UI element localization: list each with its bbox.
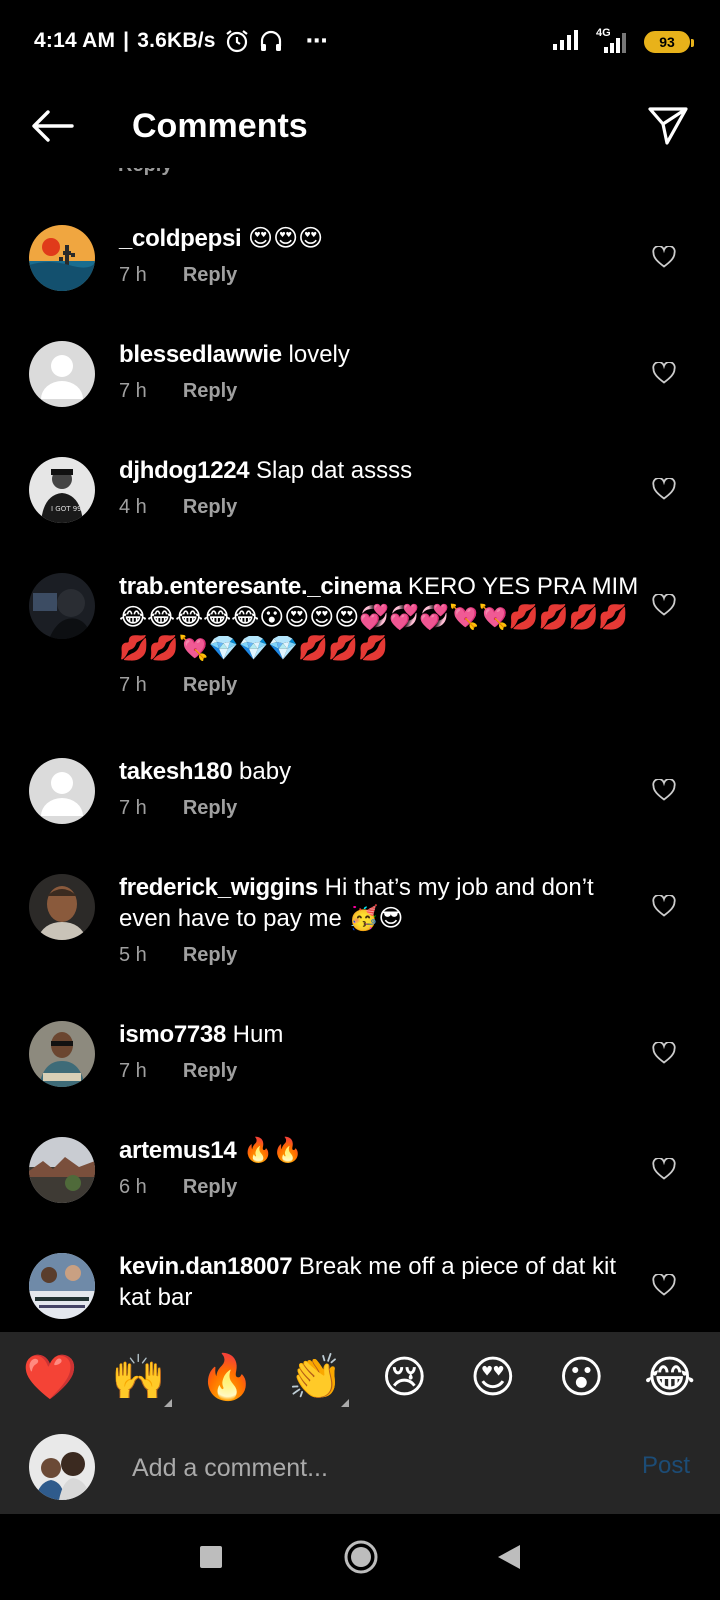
like-button[interactable]	[650, 1039, 678, 1067]
heart-icon	[652, 478, 676, 500]
user-avatar	[29, 1434, 95, 1500]
like-button[interactable]	[650, 359, 678, 387]
reply-button[interactable]: Reply	[183, 944, 237, 967]
comment-username[interactable]: trab.enteresante._cinema	[119, 573, 402, 600]
comment-text: Hum	[226, 1021, 284, 1048]
battery-indicator: 93	[644, 30, 694, 53]
comment-username[interactable]: djhdog1224	[119, 457, 250, 484]
like-button[interactable]	[650, 243, 678, 271]
avatar[interactable]: I GOT 99	[29, 457, 95, 523]
emoji-quick-bar: ❤️ 🙌 🔥 👏 😢 😍 😮 😂	[0, 1332, 720, 1422]
signal-icon	[552, 28, 582, 55]
heart-icon	[652, 895, 676, 917]
headphones-icon	[258, 28, 284, 54]
avatar[interactable]	[29, 573, 95, 639]
share-button[interactable]	[642, 100, 694, 152]
heart-icon	[652, 1274, 676, 1296]
emoji-heart-eyes-button[interactable]: 😍	[458, 1352, 528, 1403]
comment-username[interactable]: takesh180	[119, 758, 233, 785]
emoji-crying-button[interactable]: 😢	[369, 1352, 439, 1403]
reply-button[interactable]: Reply	[183, 797, 237, 820]
reply-button[interactable]: Reply	[183, 380, 237, 403]
emoji-fire-button[interactable]: 🔥	[192, 1351, 262, 1403]
comment-time: 7 h	[119, 797, 147, 819]
comment-username[interactable]: frederick_wiggins	[119, 874, 318, 901]
reply-button[interactable]: Reply	[183, 496, 237, 519]
alarm-icon	[224, 28, 250, 54]
reply-button[interactable]: Reply	[118, 168, 172, 177]
header: Comments	[0, 84, 720, 168]
heart-icon	[652, 779, 676, 801]
like-button[interactable]	[650, 591, 678, 619]
back-nav-button[interactable]	[486, 1534, 532, 1580]
status-bar: 4:14 AM | 3.6KB/s ⋯ 4G 93	[0, 0, 720, 84]
emoji-raised-hands-button[interactable]: 🙌	[104, 1351, 174, 1407]
reply-button[interactable]: Reply	[183, 1060, 237, 1083]
comment-text: 😍😍😍	[241, 225, 324, 252]
reply-button[interactable]: Reply	[183, 1176, 237, 1199]
system-nav-bar	[0, 1514, 720, 1600]
heart-icon	[652, 1042, 676, 1064]
heart-icon	[652, 362, 676, 384]
avatar[interactable]	[29, 225, 95, 291]
reply-button[interactable]: Reply	[183, 264, 237, 287]
emoji-clap-button[interactable]: 👏	[281, 1351, 351, 1407]
like-button[interactable]	[650, 475, 678, 503]
comment-time: 5 h	[119, 944, 147, 966]
comment-composer: Post	[0, 1422, 720, 1514]
back-arrow-icon	[32, 110, 74, 142]
comment-input[interactable]	[132, 1446, 592, 1490]
heart-icon	[652, 1158, 676, 1180]
avatar[interactable]	[29, 1253, 95, 1319]
reply-button[interactable]: Reply	[183, 674, 237, 697]
comment-text: lovely	[281, 341, 350, 368]
comment-username[interactable]: artemus14	[119, 1137, 237, 1164]
comment-time: 7 h	[119, 264, 147, 286]
svg-text:I GOT 99: I GOT 99	[51, 505, 82, 513]
comment-text: 🔥🔥	[236, 1137, 303, 1164]
comment-username[interactable]: ismo7738	[119, 1021, 226, 1048]
paper-plane-icon	[648, 107, 688, 145]
like-button[interactable]	[650, 1155, 678, 1183]
avatar[interactable]	[29, 758, 95, 824]
comment-text: baby	[232, 758, 292, 785]
comment-time: 7 h	[119, 1060, 147, 1082]
circle-icon	[344, 1540, 378, 1574]
avatar[interactable]	[29, 1137, 95, 1203]
comment-username[interactable]: kevin.dan18007	[119, 1253, 293, 1280]
more-notifications-icon: ⋯	[305, 28, 330, 53]
comment-time: 7 h	[119, 380, 147, 402]
triangle-back-icon	[498, 1545, 520, 1569]
emoji-laughing-button[interactable]: 😂	[635, 1352, 705, 1403]
recents-button[interactable]	[188, 1534, 234, 1580]
comment-time: 6 h	[119, 1176, 147, 1198]
back-button[interactable]	[26, 100, 78, 152]
avatar[interactable]	[29, 1021, 95, 1087]
square-icon	[200, 1546, 222, 1568]
like-button[interactable]	[650, 1271, 678, 1299]
network-speed: 3.6KB/s	[137, 29, 216, 52]
heart-icon	[652, 594, 676, 616]
avatar[interactable]	[29, 341, 95, 407]
comment-time: 7 h	[119, 674, 147, 696]
heart-icon	[652, 246, 676, 268]
home-button[interactable]	[338, 1534, 384, 1580]
emoji-heart-button[interactable]: ❤️	[15, 1351, 85, 1403]
comment-username[interactable]: blessedlawwie	[119, 341, 282, 368]
post-button[interactable]: Post	[642, 1452, 690, 1480]
avatar[interactable]	[29, 874, 95, 940]
comment-list[interactable]: Reply _coldpepsi 😍😍😍 7 h Reply blessedlaw…	[0, 168, 720, 1332]
like-button[interactable]	[650, 892, 678, 920]
signal-4g-icon: 4G	[596, 27, 630, 53]
comment-username[interactable]: _coldpepsi	[119, 225, 242, 252]
page-title: Comments	[132, 107, 308, 145]
like-button[interactable]	[650, 776, 678, 804]
comment-text: Slap dat assss	[249, 457, 413, 484]
emoji-wow-button[interactable]: 😮	[546, 1352, 616, 1403]
comment-time: 4 h	[119, 496, 147, 518]
status-time: 4:14 AM	[34, 29, 116, 52]
